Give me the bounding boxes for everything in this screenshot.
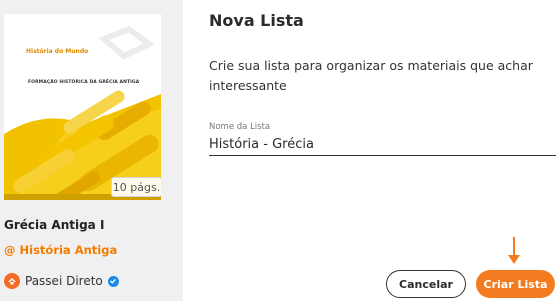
passei-direto-logo-icon [4,273,20,289]
document-title[interactable]: Grécia Antiga I [4,218,104,232]
thumbnail-subtitle: FORMAÇÃO HISTÓRICA DA GRÉCIA ANTIGA [28,80,140,85]
create-list-button[interactable]: Criar Lista [476,270,555,298]
list-name-input[interactable] [209,134,556,156]
document-thumbnail[interactable]: História do Mundo FORMAÇÃO HISTÓRICA DA … [4,14,161,200]
page-count-badge: 10 págs. [111,177,161,197]
document-preview-panel: História do Mundo FORMAÇÃO HISTÓRICA DA … [0,0,183,301]
cancel-button[interactable]: Cancelar [386,270,466,298]
document-topic-link[interactable]: @ História Antiga [4,243,117,257]
thumbnail-artwork [4,14,161,200]
modal-title: Nova Lista [209,11,304,30]
source-name: Passei Direto [25,274,103,288]
modal-description: Crie sua lista para organizar os materia… [209,58,533,93]
document-source[interactable]: Passei Direto [4,273,119,289]
verified-badge-icon [107,275,119,287]
list-name-label: Nome da Lista [209,122,271,132]
arrow-down-icon [508,237,520,264]
thumbnail-title: História do Mundo [26,48,89,55]
